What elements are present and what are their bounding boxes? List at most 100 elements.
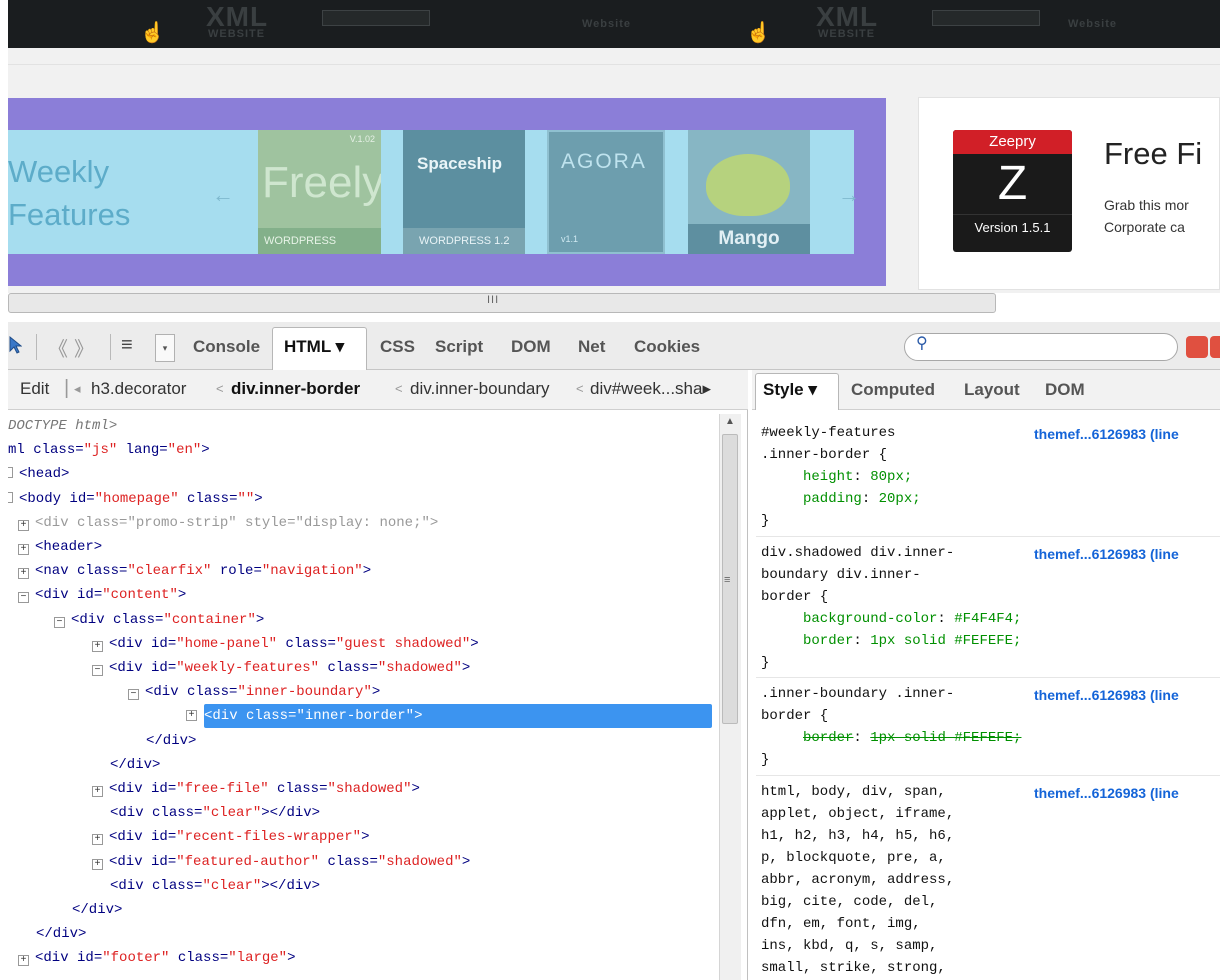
menu-icon[interactable]: ≡ <box>121 334 133 357</box>
css-selector[interactable]: border { <box>761 705 1021 727</box>
css-property[interactable]: height: 80px; <box>761 466 921 488</box>
collapse-icon[interactable]: − <box>18 592 29 604</box>
tree-row[interactable]: + <div id="recent-files-wrapper"> <box>92 825 369 849</box>
css-selector[interactable]: p, blockquote, pre, a, <box>761 847 954 869</box>
expand-icon[interactable]: + <box>18 519 29 531</box>
collapse-icon[interactable]: − <box>92 665 103 676</box>
property-name[interactable]: height <box>803 469 853 485</box>
css-selector[interactable]: ins, kbd, q, s, samp, <box>761 935 954 957</box>
property-name[interactable]: border <box>803 730 853 746</box>
tab-css[interactable]: CSS <box>380 337 415 357</box>
breadcrumb-item-h3[interactable]: h3.decorator <box>91 379 186 399</box>
tree-row[interactable]: </div> <box>36 922 86 946</box>
back-icon[interactable]: 《 <box>48 333 68 362</box>
tree-row[interactable]: <body id="homepage" class=""> <box>8 487 263 511</box>
vertical-scrollbar[interactable]: ▲ ≡ <box>719 414 741 980</box>
theme-thumb-agora[interactable]: AGORA v1.1 <box>547 130 665 254</box>
tree-row[interactable]: + <div id="free-file" class="shadowed"> <box>92 777 420 801</box>
expand-icon[interactable]: + <box>18 568 29 580</box>
expand-icon[interactable]: + <box>92 786 103 797</box>
tree-row[interactable]: DOCTYPE html> <box>8 414 117 438</box>
css-source-link[interactable]: themef...6126983 (line <box>1034 687 1179 703</box>
css-selector[interactable]: border { <box>761 586 1021 608</box>
tree-row[interactable]: <div class="clear"></div> <box>110 801 320 825</box>
css-selector[interactable]: abbr, acronym, address, <box>761 869 954 891</box>
css-selector[interactable]: div.shadowed div.inner- <box>761 542 1021 564</box>
tree-row[interactable]: </div> <box>146 729 196 753</box>
collapse-icon[interactable] <box>8 467 13 479</box>
expand-icon[interactable]: + <box>92 640 103 652</box>
search-input[interactable] <box>904 333 1178 361</box>
expand-icon[interactable]: + <box>92 858 103 870</box>
css-selector[interactable]: .inner-boundary .inner- <box>761 683 1021 705</box>
tree-row[interactable]: ml class="js" lang="en"> <box>8 438 210 462</box>
property-value[interactable]: 20px; <box>879 491 921 507</box>
property-value[interactable]: 80px; <box>870 469 912 485</box>
theme-thumb-mango[interactable]: Mango <box>688 130 810 254</box>
expand-icon[interactable]: + <box>18 955 29 967</box>
close-icon[interactable] <box>1186 336 1208 358</box>
property-value[interactable]: 1px solid #FEFEFE; <box>870 730 1021 746</box>
css-property[interactable]: background-color: #F4F4F4; <box>761 608 1021 630</box>
tab-html[interactable]: HTML ▾ <box>284 337 344 357</box>
css-selector[interactable]: small, strike, strong, <box>761 957 954 979</box>
css-property[interactable]: padding: 20px; <box>761 488 921 510</box>
css-selector[interactable]: dfn, em, font, img, <box>761 913 954 935</box>
property-name[interactable]: padding <box>803 491 862 507</box>
css-selector[interactable]: h1, h2, h3, h4, h5, h6, <box>761 825 954 847</box>
tab-computed[interactable]: Computed <box>851 380 935 400</box>
tree-row[interactable]: <div class="clear"></div> <box>110 874 320 898</box>
collapse-icon[interactable] <box>8 491 13 503</box>
expand-icon[interactable]: + <box>186 710 197 722</box>
edit-button[interactable]: Edit <box>20 379 49 399</box>
detach-icon[interactable] <box>1210 336 1220 358</box>
horizontal-scrollbar[interactable]: III <box>8 293 996 313</box>
collapse-icon[interactable]: − <box>128 689 139 701</box>
tab-dom[interactable]: DOM <box>511 337 551 357</box>
css-selector[interactable]: applet, object, iframe, <box>761 803 954 825</box>
tab-dom-right[interactable]: DOM <box>1045 380 1085 400</box>
inspect-icon[interactable] <box>8 335 23 355</box>
property-value[interactable]: #F4F4F4; <box>954 611 1021 627</box>
css-selector[interactable]: .inner-border { <box>761 444 921 466</box>
tab-script[interactable]: Script <box>435 337 483 357</box>
css-selector[interactable]: #weekly-features <box>761 422 921 444</box>
breadcrumb-item-inner-border[interactable]: div.inner-border <box>231 379 360 399</box>
breadcrumb-scroll-left-icon[interactable]: ◂ <box>74 381 81 397</box>
breadcrumb-item-inner-boundary[interactable]: div.inner-boundary <box>410 379 550 399</box>
tree-row[interactable]: + <div id="footer" class="large"> <box>18 946 295 970</box>
tree-row[interactable]: − <div id="weekly-features" class="shadow… <box>92 656 470 680</box>
tab-style[interactable]: Style ▾ <box>763 380 817 400</box>
ad-banner[interactable]: ☝ XML WEBSITE Website ☝ XML WEBSITE Webs… <box>0 0 1220 48</box>
tree-row[interactable]: − <div class="container"> <box>54 608 264 632</box>
tab-cookies[interactable]: Cookies <box>634 337 700 357</box>
tree-row[interactable]: − <div id="content"> <box>18 583 186 607</box>
property-value[interactable]: 1px solid #FEFEFE; <box>870 633 1021 649</box>
css-selector[interactable]: big, cite, code, del, <box>761 891 954 913</box>
tree-row[interactable]: + <div id="home-panel" class="guest shado… <box>92 632 479 656</box>
collapse-icon[interactable]: − <box>54 616 65 628</box>
tree-row[interactable]: <head> <box>8 462 69 486</box>
arrow-left-icon[interactable]: ← <box>212 182 234 208</box>
tab-layout[interactable]: Layout <box>964 380 1020 400</box>
tree-row[interactable]: </div> <box>72 898 122 922</box>
tree-row[interactable]: </div> <box>110 753 160 777</box>
zeepry-logo[interactable]: Zeepry Z Version 1.5.1 <box>953 130 1072 252</box>
css-selector[interactable]: html, body, div, span, <box>761 781 954 803</box>
css-source-link[interactable]: themef...6126983 (line <box>1034 785 1179 801</box>
property-name[interactable]: background-color <box>803 611 937 627</box>
expand-icon[interactable]: + <box>92 834 103 846</box>
tree-row-selected[interactable]: + <div class="inner-border"> <box>186 704 712 729</box>
tab-net[interactable]: Net <box>578 337 605 357</box>
css-source-link[interactable]: themef...6126983 (line <box>1034 546 1179 562</box>
theme-thumb-spaceship[interactable]: Spaceship WORDPRESS 1.2 <box>403 130 525 254</box>
theme-thumb-freely[interactable]: V.1.02 Freely WORDPRESS <box>258 130 381 254</box>
breadcrumb-item-weekly[interactable]: div#week...sha▸ <box>590 379 711 399</box>
scroll-up-icon[interactable]: ▲ <box>725 416 735 427</box>
arrow-right-icon[interactable]: → <box>838 182 860 208</box>
tree-row[interactable]: + <div id="featured-author" class="shadow… <box>92 850 470 874</box>
tab-console[interactable]: Console <box>193 337 260 357</box>
css-property[interactable]: border: 1px solid #FEFEFE; <box>761 727 1021 749</box>
tree-row[interactable]: + <header> <box>18 535 102 559</box>
tree-row[interactable]: + <nav class="clearfix" role="navigation"… <box>18 559 371 583</box>
